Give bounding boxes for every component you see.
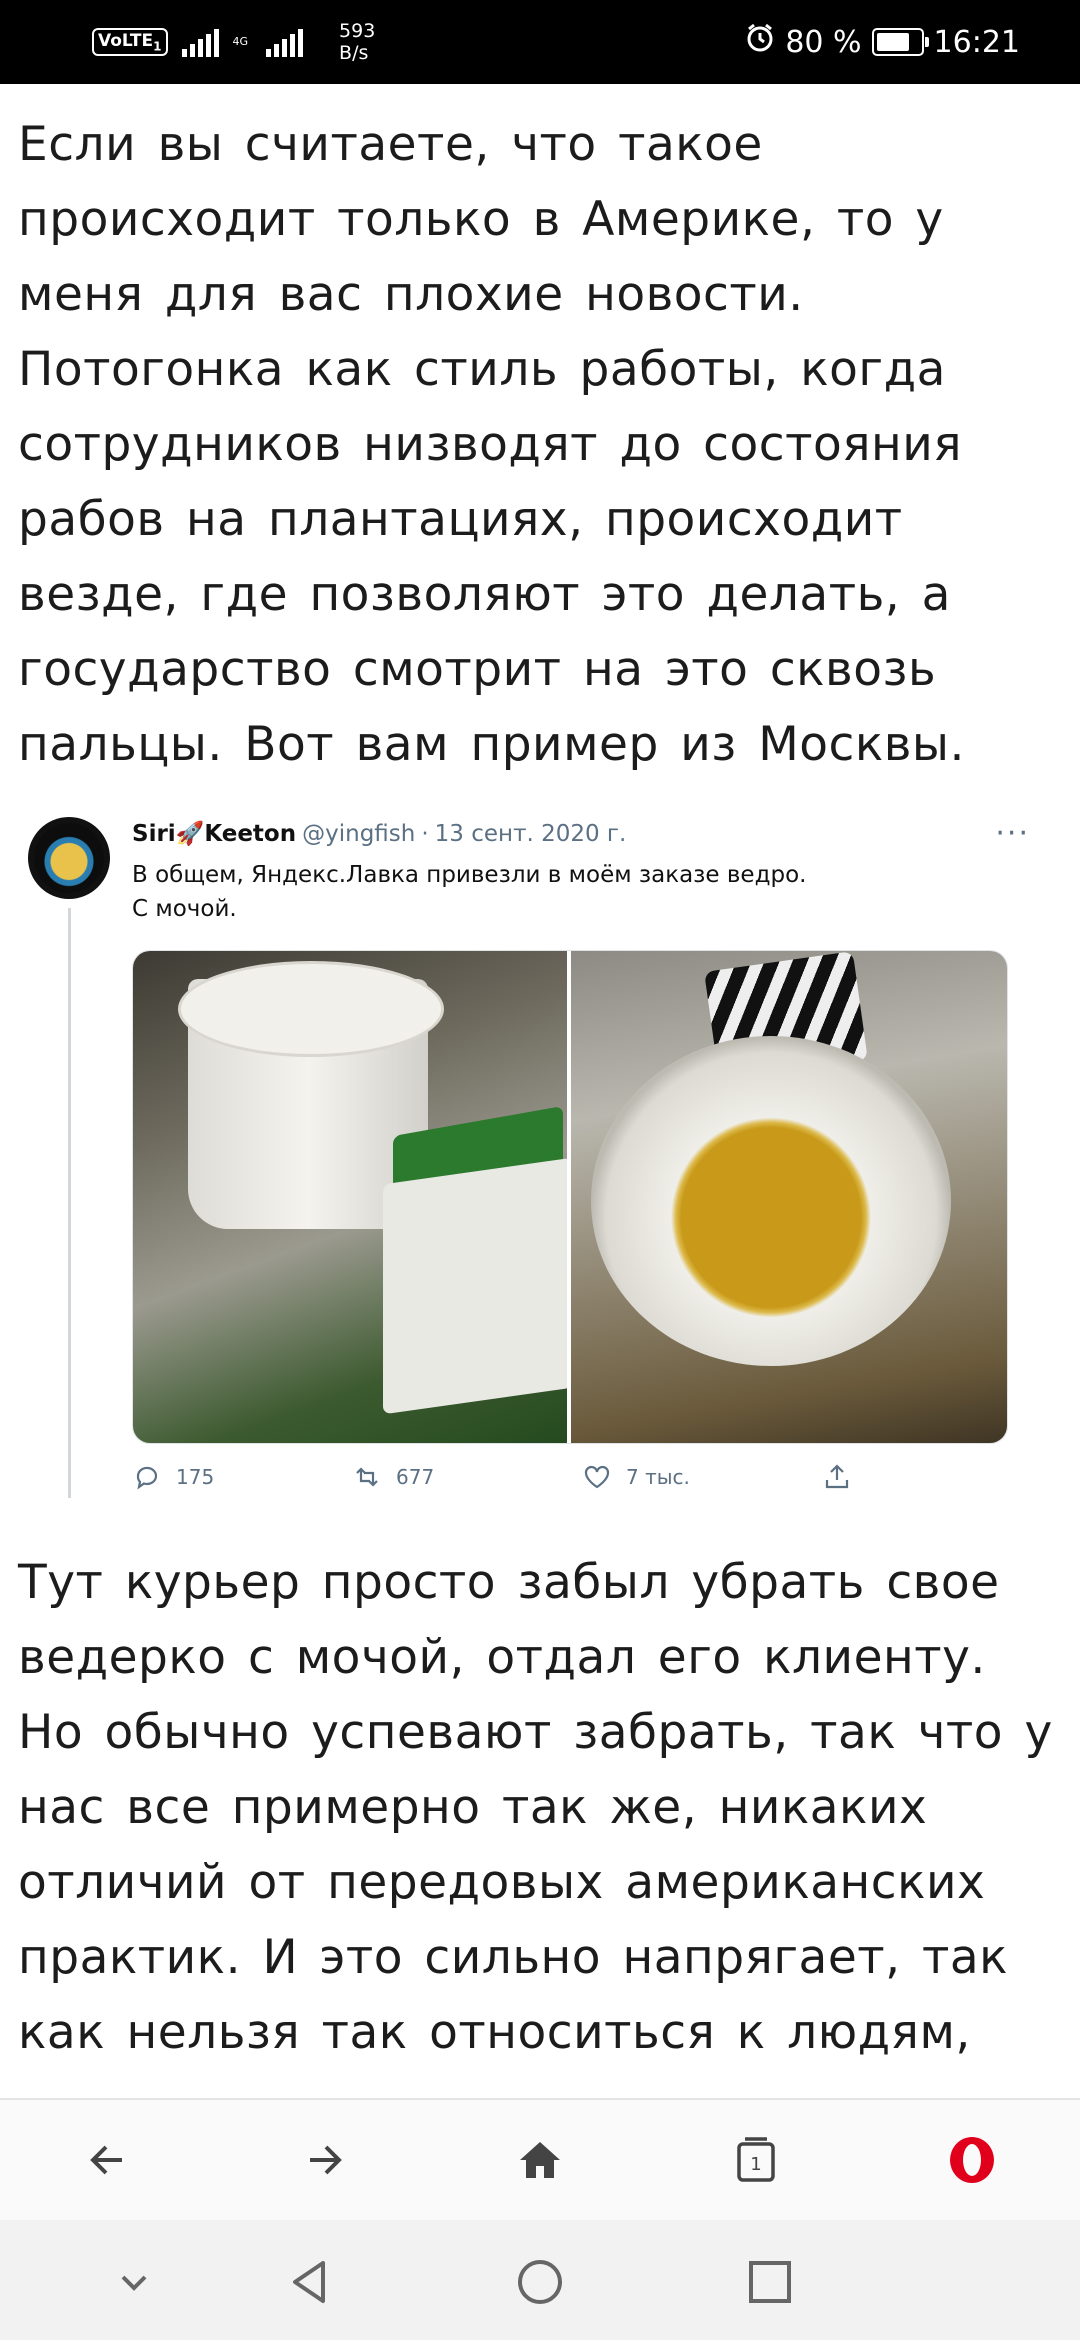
back-icon [90,2145,122,2175]
article-paragraph-2: Тут курьер просто забыл убрать свое ведер… [18,1545,1078,2070]
volte-icon: VoLTE1 [92,27,168,57]
like-button[interactable]: 7 тыс. [582,1462,690,1492]
home-button[interactable] [510,2130,570,2190]
tweet-header: Siri🚀Keeton @yingfish · 13 сент. 2020 г. [132,820,627,848]
article-line: практик. И это сильно напрягает, так [18,1930,1009,1985]
tweet-media[interactable] [132,950,1008,1444]
home-icon [520,2142,560,2178]
retweet-count: 677 [396,1465,435,1489]
nav-home-icon [518,2260,562,2304]
nav-recents-icon [749,2261,791,2303]
article-line: нас все примерно так же, никаких [18,1780,928,1835]
clock: 16:21 [933,24,1020,60]
share-icon [825,1464,849,1489]
signal-icon [181,27,219,57]
article-line: как нельзя так относиться к людям, [18,2005,971,2060]
retweet-icon [356,1467,378,1487]
like-count: 7 тыс. [626,1465,690,1489]
tab-count: 1 [750,2154,761,2175]
retweet-button[interactable]: 677 [352,1462,434,1492]
article-line: Тут курьер просто забыл убрать свое [18,1555,1000,1610]
embedded-tweet[interactable]: Siri🚀Keeton @yingfish · 13 сент. 2020 г.… [0,790,1080,1510]
tweet-separator: · [421,820,429,847]
heart-icon [584,1465,610,1489]
nav-home-button[interactable] [510,2252,570,2312]
nav-recents-button[interactable] [740,2252,800,2312]
tweet-handle[interactable]: @yingfish [302,821,415,847]
opera-menu-button[interactable] [942,2130,1002,2190]
article-line: ведерко с мочой, отдал его клиенту. [18,1630,986,1685]
tweet-author-name[interactable]: Siri🚀Keeton [132,820,296,847]
network-type: 4G [232,35,249,48]
forward-icon [310,2145,342,2175]
media-divider [567,951,571,1443]
more-icon[interactable]: ··· [995,816,1030,851]
article-line: сотрудников низводят до состояния [18,417,963,472]
avatar[interactable] [28,817,110,899]
alarm-icon [745,23,775,61]
article-line: пальцы. Вот вам пример из Москвы. [18,717,965,772]
share-button[interactable] [822,1462,852,1492]
article-line: Если вы считаете, что такое [18,117,763,172]
article-line: отличий от передовых американских [18,1855,986,1910]
reply-count: 175 [176,1465,215,1489]
article-line: рабов на плантациях, происходит [18,492,903,547]
system-navigation [0,2220,1080,2340]
status-left: VoLTE1 4G 593 B/s [92,20,375,64]
thread-line [68,908,71,1498]
article-line: везде, где позволяют это делать, а [18,567,951,622]
article-line: происходит только в Америке, то у [18,192,944,247]
tabs-button[interactable]: 1 [726,2130,786,2190]
article-line: меня для вас плохие новости. [18,267,804,322]
status-right: 80 % 16:21 [745,20,1020,64]
article-paragraph-1: Если вы считаете, что такое происходит то… [18,107,1078,782]
photo-bowl[interactable] [571,951,1007,1443]
tweet-actions: 175 677 7 тыс. [132,1462,1012,1502]
photo-bucket[interactable] [133,951,573,1443]
back-button[interactable] [78,2130,138,2190]
article-line: Потогонка как стиль работы, когда [18,342,946,397]
hide-keyboard-icon [121,2275,147,2291]
battery-percent: 80 % [785,24,862,60]
article-line: Но обычно успевают забрать, так что у [18,1705,1053,1760]
reply-icon [136,1466,158,1490]
tweet-date[interactable]: 13 сент. 2020 г. [435,821,627,847]
reply-button[interactable]: 175 [132,1462,214,1492]
forward-button[interactable] [294,2130,354,2190]
tabs-icon: 1 [737,2137,775,2182]
signal-icon-2 [266,27,304,57]
tweet-text: В общем, Яндекс.Лавка привезли в моём за… [132,862,807,922]
nav-back-icon [293,2261,325,2303]
hide-keyboard-button[interactable] [104,2252,164,2312]
article-line: государство смотрит на это сквозь [18,642,937,697]
battery-icon [871,28,929,56]
browser-toolbar: 1 [0,2098,1080,2220]
opera-icon [950,2137,994,2183]
network-speed: 593 B/s [339,20,376,64]
status-bar: VoLTE1 4G 593 B/s 80 % 16:21 [0,0,1080,84]
nav-back-button[interactable] [280,2252,340,2312]
